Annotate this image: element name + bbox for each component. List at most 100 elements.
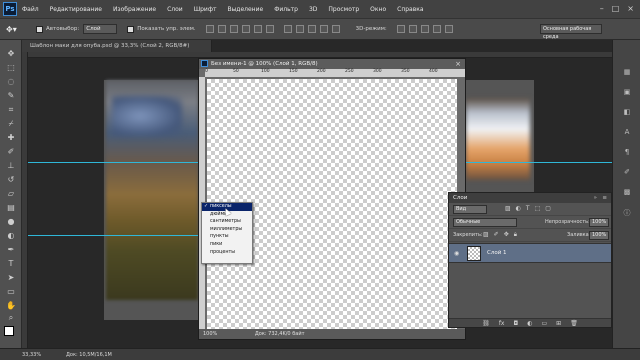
menu-image[interactable]: Изображение: [113, 6, 156, 13]
lasso-tool-icon[interactable]: ◌: [4, 76, 18, 88]
layers-panel-header[interactable]: Слои » ≡: [449, 193, 611, 203]
distribute-center-icon[interactable]: [331, 25, 340, 33]
panel-menu-icon[interactable]: ≡: [602, 193, 607, 203]
menu-filter[interactable]: Фильтр: [274, 6, 298, 13]
properties-panel-icon[interactable]: ▣: [622, 88, 632, 97]
path-select-tool-icon[interactable]: ➤: [4, 272, 18, 284]
zoom-level[interactable]: 33,33%: [22, 349, 41, 360]
document-tab[interactable]: Шаблон маки для опуба.psd @ 33,3% (Слой …: [22, 40, 212, 52]
align-bottom-icon[interactable]: [229, 25, 238, 33]
layer-style-icon[interactable]: fx: [499, 319, 505, 327]
new-layer-icon[interactable]: ⊞: [556, 319, 561, 327]
blend-mode-dropdown[interactable]: Обычные: [453, 218, 517, 227]
gradient-tool-icon[interactable]: ▤: [4, 202, 18, 214]
menu-type[interactable]: Шрифт: [194, 6, 217, 13]
filter-type-icon[interactable]: T: [526, 205, 530, 212]
close-icon[interactable]: ×: [627, 4, 634, 13]
align-middle-icon[interactable]: [217, 25, 226, 33]
menu-view[interactable]: Просмотр: [328, 6, 359, 13]
opacity-input[interactable]: 100%: [589, 218, 609, 227]
brush-panel-icon[interactable]: ✐: [622, 168, 632, 177]
brush-tool-icon[interactable]: ✐: [4, 146, 18, 158]
distribute-left-icon[interactable]: [319, 25, 328, 33]
3d-pan-icon[interactable]: [420, 25, 429, 33]
quick-select-tool-icon[interactable]: ✎: [4, 90, 18, 102]
info-panel-icon[interactable]: ⓘ: [622, 208, 632, 217]
pen-tool-icon[interactable]: ✒: [4, 244, 18, 256]
menu-edit[interactable]: Редактирование: [50, 6, 102, 13]
distribute-middle-icon[interactable]: [295, 25, 304, 33]
vertical-ruler[interactable]: [22, 52, 28, 348]
eye-icon[interactable]: ◉: [454, 250, 459, 257]
eraser-tool-icon[interactable]: ▱: [4, 188, 18, 200]
adjustments-panel-icon[interactable]: ◧: [622, 108, 632, 117]
crop-tool-icon[interactable]: ⌗: [4, 104, 18, 116]
marquee-tool-icon[interactable]: ⬚: [4, 62, 18, 74]
menu-layers[interactable]: Слои: [167, 6, 183, 13]
filter-adjustment-icon[interactable]: ◐: [516, 205, 521, 212]
autoselect-checkbox[interactable]: [36, 25, 43, 33]
maximize-icon[interactable]: □: [612, 4, 620, 13]
blur-tool-icon[interactable]: ●: [4, 216, 18, 228]
distribute-top-icon[interactable]: [283, 25, 292, 33]
align-center-icon[interactable]: [253, 25, 262, 33]
layer-row[interactable]: ◉ Слой 1: [449, 243, 611, 263]
fill-input[interactable]: 100%: [589, 231, 609, 240]
adjustment-layer-icon[interactable]: ◐: [527, 319, 532, 327]
shape-tool-icon[interactable]: ▭: [4, 286, 18, 298]
menu-window[interactable]: Окно: [370, 6, 386, 13]
filter-shape-icon[interactable]: ⬚: [535, 205, 541, 212]
history-panel-icon[interactable]: ▦: [622, 68, 632, 77]
move-tool-icon[interactable]: ✥▾: [6, 25, 26, 34]
eyedropper-tool-icon[interactable]: ⌿: [4, 118, 18, 130]
autoselect-dropdown[interactable]: Слой: [83, 24, 118, 34]
delete-layer-icon[interactable]: 🗑︎: [570, 319, 578, 327]
distribute-bottom-icon[interactable]: [307, 25, 316, 33]
close-icon[interactable]: ×: [455, 59, 461, 69]
new-document-zoom[interactable]: 100%: [203, 331, 217, 337]
lock-position-icon[interactable]: ✥: [504, 231, 509, 239]
filter-smart-icon[interactable]: ▢: [545, 205, 551, 212]
filter-pixel-icon[interactable]: ▨: [505, 205, 511, 212]
history-brush-tool-icon[interactable]: ↺: [4, 174, 18, 186]
align-left-icon[interactable]: [241, 25, 250, 33]
3d-scale-icon[interactable]: [444, 25, 453, 33]
link-layers-icon[interactable]: ⛓: [482, 319, 490, 327]
dodge-tool-icon[interactable]: ◐: [4, 230, 18, 242]
3d-roll-icon[interactable]: [408, 25, 417, 33]
hand-tool-icon[interactable]: ✋: [4, 300, 18, 312]
3d-slide-icon[interactable]: [432, 25, 441, 33]
units-picas[interactable]: пики: [202, 241, 252, 249]
character-panel-icon[interactable]: A: [622, 128, 632, 137]
minimize-icon[interactable]: –: [600, 4, 604, 13]
units-millimeters[interactable]: миллиметры: [202, 226, 252, 234]
new-group-icon[interactable]: ▭: [541, 319, 547, 327]
lock-pixels-icon[interactable]: ✐: [494, 231, 499, 239]
healing-brush-tool-icon[interactable]: ✚: [4, 132, 18, 144]
layers-filter-dropdown[interactable]: Вид: [453, 205, 487, 214]
lock-transparency-icon[interactable]: ▨: [483, 231, 489, 239]
units-centimeters[interactable]: сантиметры: [202, 218, 252, 226]
swatches-panel-icon[interactable]: ▩: [622, 188, 632, 197]
align-right-icon[interactable]: [265, 25, 274, 33]
add-mask-icon[interactable]: ◘: [513, 319, 518, 327]
layer-name[interactable]: Слой 1: [487, 250, 507, 256]
units-points[interactable]: пункты: [202, 233, 252, 241]
new-document-docsize[interactable]: Док: 732,4K/0 байт: [255, 331, 305, 337]
zoom-tool-icon[interactable]: ⌕: [4, 312, 18, 324]
units-percent[interactable]: проценты: [202, 249, 252, 257]
clone-stamp-tool-icon[interactable]: ⊥: [4, 160, 18, 172]
foreground-color-swatch[interactable]: [4, 326, 14, 336]
menu-help[interactable]: Справка: [397, 6, 423, 13]
workspace-dropdown[interactable]: Основная рабочая среда: [540, 24, 602, 40]
new-document-title[interactable]: Без имени-1 @ 100% (Слой 1, RGB/8) ×: [199, 59, 465, 69]
paragraph-panel-icon[interactable]: ¶: [622, 148, 632, 157]
menu-3d[interactable]: 3D: [309, 6, 317, 13]
menu-select[interactable]: Выделение: [227, 6, 263, 13]
align-top-icon[interactable]: [205, 25, 214, 33]
3d-rotate-icon[interactable]: [396, 25, 405, 33]
show-controls-checkbox[interactable]: [127, 25, 135, 33]
collapse-icon[interactable]: »: [594, 193, 597, 203]
type-tool-icon[interactable]: T: [4, 258, 18, 270]
new-document-horizontal-ruler[interactable]: 0 50 100 150 200 250 300 350 400: [205, 69, 465, 77]
